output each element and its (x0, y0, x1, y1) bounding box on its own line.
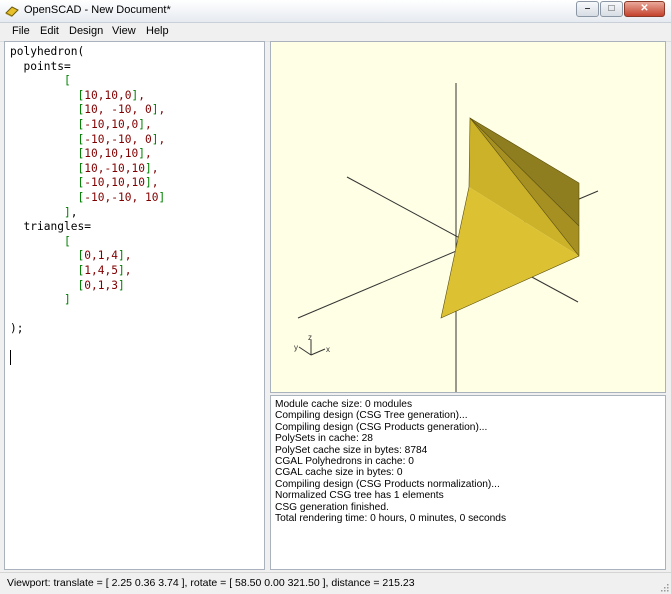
console-line: Module cache size: 0 modules (275, 399, 413, 410)
3d-viewport[interactable]: z x y (270, 41, 666, 393)
code-editor[interactable]: polyhedron( points= [ [10,10,0], [10, -1… (4, 41, 265, 570)
code-line: [ (64, 234, 71, 248)
code-line: ); (10, 322, 24, 336)
viewport-status: Viewport: translate = [ 2.25 0.36 3.74 ]… (7, 577, 415, 589)
close-icon: ✕ (640, 3, 649, 14)
maximize-button[interactable]: □ (600, 1, 623, 17)
window-controls: – □ ✕ (575, 1, 665, 17)
minimize-icon: – (584, 3, 591, 14)
code-line: [-10,-10, 0], (77, 132, 166, 146)
code-line: ], (64, 205, 78, 219)
menu-bar: File Edit Design View Help (0, 23, 671, 42)
code-line: triangles= (23, 220, 92, 234)
console-line: Compiling design (CSG Products normaliza… (275, 478, 500, 490)
console-line: CSG generation finished. (275, 501, 389, 513)
axis-indicator (298, 340, 326, 356)
code-line: [10, -10, 0], (77, 103, 166, 117)
window-title: OpenSCAD - New Document* (24, 4, 171, 16)
status-bar: Viewport: translate = [ 2.25 0.36 3.74 ]… (0, 572, 671, 594)
code-line: [-10,-10, 10] (77, 190, 166, 204)
code-line: [0,1,3] (77, 278, 125, 292)
openscad-app-icon (5, 6, 19, 17)
viewport-render: z x y (294, 83, 599, 392)
console-output[interactable]: Module cache size: 0 modules Compiling de… (270, 395, 666, 570)
code-line: [-10,10,10], (77, 176, 159, 190)
axis-label-y: y (294, 343, 298, 352)
title-bar: OpenSCAD - New Document* – □ ✕ (0, 0, 671, 23)
console-line: PolySets in cache: 28 (275, 433, 373, 445)
code-line: [ (64, 74, 71, 88)
console-line: Normalized CSG tree has 1 elements (275, 490, 444, 502)
maximize-icon: □ (608, 3, 615, 14)
code-line: points= (23, 59, 71, 73)
text-cursor (10, 350, 11, 365)
minimize-button[interactable]: – (576, 1, 599, 17)
code-line: [10,10,0], (77, 88, 146, 102)
code-line: [10,10,10], (77, 147, 152, 161)
axis-label-x: x (326, 345, 330, 354)
menu-help[interactable]: Help (146, 25, 169, 37)
console-line: Compiling design (CSG Tree generation)..… (275, 410, 468, 422)
code-line: [0,1,4], (77, 249, 132, 263)
resize-grip-icon[interactable] (659, 582, 669, 592)
console-lines: Module cache size: 0 modules Compiling de… (275, 399, 506, 524)
menu-design[interactable]: Design (69, 25, 103, 37)
console-line: Total rendering time: 0 hours, 0 minutes… (275, 513, 507, 525)
code-line: ] (64, 293, 71, 307)
menu-file[interactable]: File (12, 25, 30, 37)
code-line: [1,4,5], (77, 263, 132, 277)
console-line: CGAL cache size in bytes: 0 (275, 467, 403, 479)
code-line: polyhedron( (10, 45, 85, 58)
console-line: PolySet cache size in bytes: 8784 (275, 444, 428, 456)
editor-code: polyhedron( points= [ [10,10,0], [10, -1… (10, 45, 165, 337)
menu-edit[interactable]: Edit (40, 25, 59, 37)
close-button[interactable]: ✕ (624, 1, 665, 17)
code-line: [-10,10,0], (77, 117, 152, 131)
code-line: [10,-10,10], (77, 161, 159, 175)
console-line: CGAL Polyhedrons in cache: 0 (275, 456, 414, 468)
console-line: Compiling design (CSG Products generatio… (275, 421, 488, 433)
menu-view[interactable]: View (112, 25, 136, 37)
axis-label-z: z (308, 333, 312, 342)
